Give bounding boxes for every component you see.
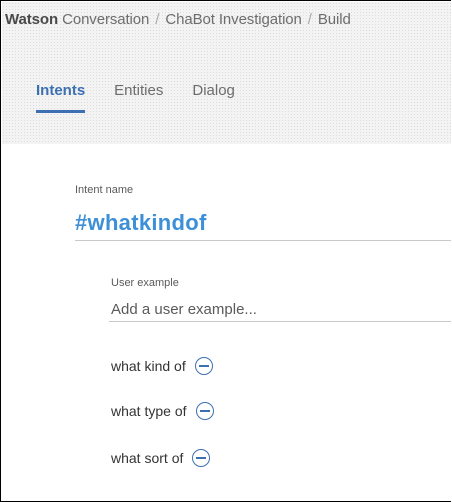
breadcrumb-product-link[interactable]: Conversation bbox=[62, 11, 149, 28]
breadcrumb: Watson Conversation / ChaBot Investigation… bbox=[5, 11, 351, 28]
breadcrumb-separator: / bbox=[155, 11, 160, 28]
breadcrumb-separator: / bbox=[307, 11, 312, 28]
example-text: what sort of bbox=[111, 450, 184, 466]
intent-name-label: Intent name bbox=[75, 184, 134, 196]
tab-intents[interactable]: Intents bbox=[36, 82, 86, 113]
minus-circle-icon[interactable] bbox=[194, 357, 213, 375]
user-example-label: User example bbox=[111, 277, 179, 289]
tab-entities[interactable]: Entities bbox=[114, 82, 163, 113]
list-item: what type of bbox=[111, 400, 214, 422]
intent-name-field[interactable]: #whatkindof bbox=[75, 210, 207, 236]
intent-editor bbox=[2, 144, 451, 501]
app-window: Watson Conversation / ChaBot Investigation… bbox=[0, 0, 451, 502]
breadcrumb-workspace-link[interactable]: ChaBot Investigation bbox=[165, 11, 302, 28]
minus-circle-icon[interactable] bbox=[192, 449, 211, 467]
user-example-input[interactable] bbox=[109, 297, 451, 322]
brand-name: Watson bbox=[5, 11, 59, 28]
example-text: what kind of bbox=[111, 358, 186, 374]
tab-dialog[interactable]: Dialog bbox=[192, 82, 235, 113]
header: Watson Conversation / ChaBot Investigation… bbox=[2, 2, 451, 144]
list-item: what kind of bbox=[111, 355, 213, 377]
tab-bar: Intents Entities Dialog bbox=[36, 82, 264, 113]
intent-name-underline bbox=[75, 240, 451, 241]
breadcrumb-current-page: Build bbox=[317, 11, 351, 28]
minus-circle-icon[interactable] bbox=[195, 402, 214, 420]
example-text: what type of bbox=[111, 403, 187, 419]
list-item: what sort of bbox=[111, 447, 211, 469]
